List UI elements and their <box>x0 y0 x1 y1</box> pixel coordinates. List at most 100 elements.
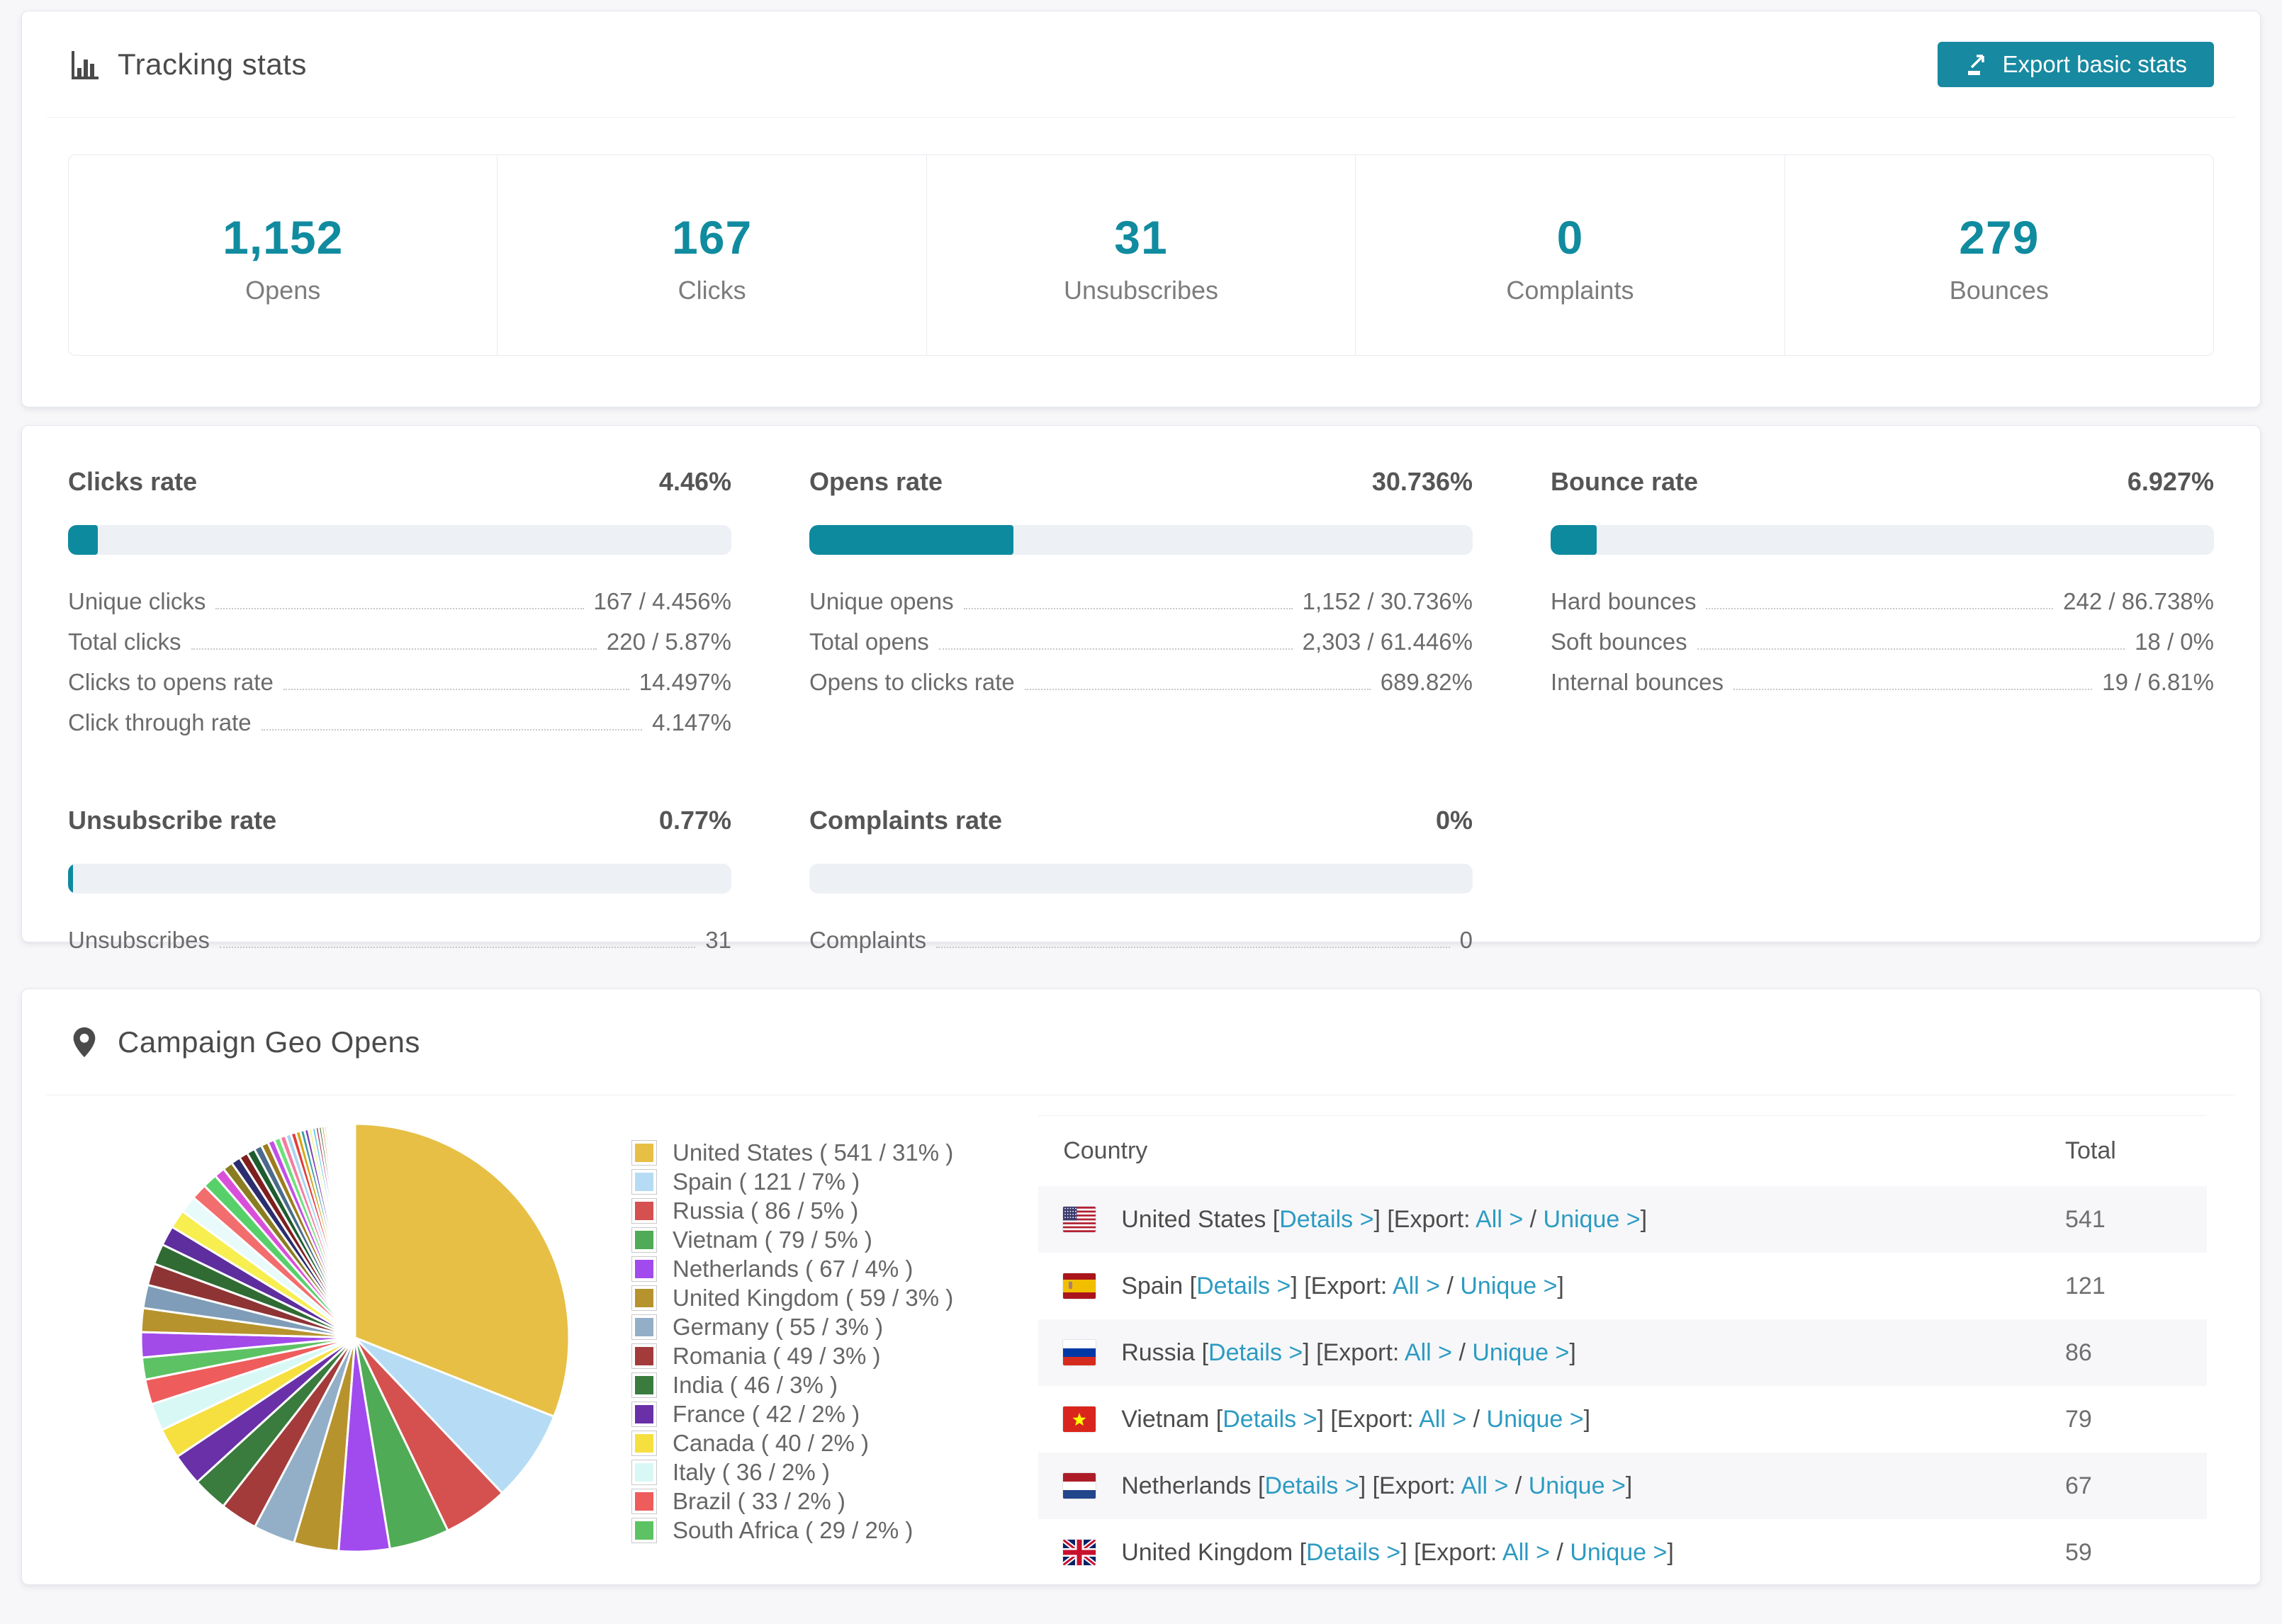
total-cell: 67 <box>2065 1472 2092 1499</box>
details-link[interactable]: Details > <box>1264 1472 1359 1499</box>
geo-content: United States ( 541 / 31% ) Spain ( 121 /… <box>22 1095 2260 1584</box>
dotted-leader <box>215 608 584 609</box>
details-link[interactable]: Details > <box>1196 1273 1291 1299</box>
details-link[interactable]: Details > <box>1222 1406 1317 1433</box>
export-icon <box>1967 54 1984 75</box>
dotted-leader <box>938 648 1293 650</box>
rate-row: Unique clicks 167 / 4.456% <box>68 588 731 614</box>
rate-block-clicks-rate: Clicks rate 4.46% Unique clicks 167 / 4.456… <box>68 467 731 740</box>
stat-value: 1,152 <box>223 211 344 264</box>
export-all-link[interactable]: All > <box>1461 1472 1508 1499</box>
export-all-link[interactable]: All > <box>1393 1273 1440 1299</box>
legend-item: Vietnam ( 79 / 5% ) <box>631 1225 953 1254</box>
ru-flag-icon <box>1063 1340 1096 1365</box>
total-cell: 86 <box>2065 1338 2092 1366</box>
rates-grid: Clicks rate 4.46% Unique clicks 167 / 4.456… <box>22 426 2260 1008</box>
rate-row: Hard bounces 242 / 86.738% <box>1551 588 2214 614</box>
legend-label: France ( 42 / 2% ) <box>673 1400 860 1427</box>
legend-label: Romania ( 49 / 3% ) <box>673 1342 881 1369</box>
export-unique-link[interactable]: Unique > <box>1460 1273 1557 1299</box>
legend-label: Germany ( 55 / 3% ) <box>673 1313 884 1340</box>
country-cell: Netherlands [Details >] [Export: All > /… <box>1121 1472 1633 1499</box>
geo-table-row-es: Spain [Details >] [Export: All > / Uniqu… <box>1038 1253 2207 1319</box>
legend-item: Germany ( 55 / 3% ) <box>631 1312 953 1341</box>
dotted-leader <box>1706 608 2054 609</box>
rate-title: Unsubscribe rate <box>68 806 277 835</box>
export-basic-stats-button[interactable]: Export basic stats <box>1937 41 2214 87</box>
stat-cell-opens: 1,152 Opens <box>69 155 497 355</box>
rate-value: 30.736% <box>1371 467 1473 496</box>
rate-progress-fill <box>1551 525 1597 555</box>
legend-swatch <box>631 1343 657 1369</box>
rate-block-bounce-rate: Bounce rate 6.927% Hard bounces 242 / 86.73… <box>1551 467 2214 740</box>
legend-label: South Africa ( 29 / 2% ) <box>673 1516 914 1543</box>
legend-label: Russia ( 86 / 5% ) <box>673 1197 859 1224</box>
summary-stats-row: 1,152 Opens 167 Clicks 31 Unsubscribes 0 Compla… <box>68 154 2214 356</box>
details-link[interactable]: Details > <box>1208 1339 1303 1366</box>
legend-label: Spain ( 121 / 7% ) <box>673 1168 860 1195</box>
stat-label: Bounces <box>1949 276 2049 305</box>
export-all-link[interactable]: All > <box>1502 1539 1550 1566</box>
gb-flag-icon <box>1063 1540 1096 1565</box>
stat-label: Clicks <box>678 276 746 305</box>
rates-card: Clicks rate 4.46% Unique clicks 167 / 4.456… <box>21 425 2261 953</box>
details-link[interactable]: Details > <box>1306 1539 1400 1566</box>
stat-cell-unsubscribes: 31 Unsubscribes <box>926 155 1355 355</box>
legend-swatch <box>631 1372 657 1398</box>
stat-cell-bounces: 279 Bounces <box>1784 155 2213 355</box>
export-all-link[interactable]: All > <box>1419 1406 1466 1433</box>
rate-row: Click through rate 4.147% <box>68 709 731 735</box>
rate-progress-bar <box>68 525 731 555</box>
geo-section-title: Campaign Geo Opens <box>118 1025 420 1059</box>
legend-label: India ( 46 / 3% ) <box>673 1371 838 1398</box>
legend-swatch <box>631 1314 657 1340</box>
geo-pie-chart <box>128 1110 582 1567</box>
legend-swatch <box>631 1517 657 1543</box>
geo-header: Campaign Geo Opens <box>47 989 2235 1095</box>
stat-cell-complaints: 0 Complaints <box>1355 155 1784 355</box>
rate-row: Soft bounces 18 / 0% <box>1551 628 2214 655</box>
export-unique-link[interactable]: Unique > <box>1570 1539 1667 1566</box>
legend-swatch <box>631 1401 657 1427</box>
dotted-leader <box>283 689 629 690</box>
export-button-label: Export basic stats <box>2002 50 2187 77</box>
campaign-geo-opens-card: Campaign Geo Opens United States ( 541 /… <box>21 988 2261 1585</box>
rate-progress-bar <box>809 525 1473 555</box>
export-unique-link[interactable]: Unique > <box>1544 1206 1641 1233</box>
tracking-stats-header: Tracking stats Export basic stats <box>47 11 2235 118</box>
geo-title-row: Campaign Geo Opens <box>68 1025 420 1059</box>
legend-swatch <box>631 1168 657 1195</box>
total-cell: 541 <box>2065 1205 2106 1233</box>
legend-swatch <box>631 1488 657 1514</box>
rate-value: 4.46% <box>658 467 731 496</box>
legend-item: France ( 42 / 2% ) <box>631 1399 953 1428</box>
country-cell: Vietnam [Details >] [Export: All > / Uni… <box>1121 1405 1591 1433</box>
rate-title: Clicks rate <box>68 467 198 496</box>
export-unique-link[interactable]: Unique > <box>1487 1406 1584 1433</box>
geo-table-row-us: United States [Details >] [Export: All >… <box>1038 1186 2207 1253</box>
vn-flag-icon <box>1063 1406 1096 1432</box>
legend-item: India ( 46 / 3% ) <box>631 1370 953 1399</box>
stat-label: Unsubscribes <box>1063 276 1219 305</box>
export-unique-link[interactable]: Unique > <box>1472 1339 1569 1366</box>
page-title: Tracking stats <box>118 47 307 81</box>
rate-progress-fill <box>809 525 1013 555</box>
nl-flag-icon <box>1063 1473 1096 1499</box>
legend-label: Canada ( 40 / 2% ) <box>673 1429 869 1456</box>
export-all-link[interactable]: All > <box>1405 1339 1452 1366</box>
rate-row: Unsubscribes 31 <box>68 927 731 953</box>
details-link[interactable]: Details > <box>1279 1206 1373 1233</box>
stat-label: Opens <box>245 276 321 305</box>
export-unique-link[interactable]: Unique > <box>1529 1472 1626 1499</box>
rate-progress-fill <box>68 864 74 893</box>
geo-table: Country Total United States [Details >] … <box>1038 1115 2207 1584</box>
total-cell: 79 <box>2065 1405 2092 1433</box>
legend-item: Russia ( 86 / 5% ) <box>631 1196 953 1225</box>
rate-value: 0% <box>1435 806 1473 835</box>
geo-table-row-ru: Russia [Details >] [Export: All > / Uniq… <box>1038 1319 2207 1386</box>
dotted-leader <box>191 648 597 650</box>
rate-title: Bounce rate <box>1551 467 1699 496</box>
export-all-link[interactable]: All > <box>1476 1206 1523 1233</box>
dotted-leader <box>1697 648 2125 650</box>
rate-progress-bar <box>1551 525 2214 555</box>
